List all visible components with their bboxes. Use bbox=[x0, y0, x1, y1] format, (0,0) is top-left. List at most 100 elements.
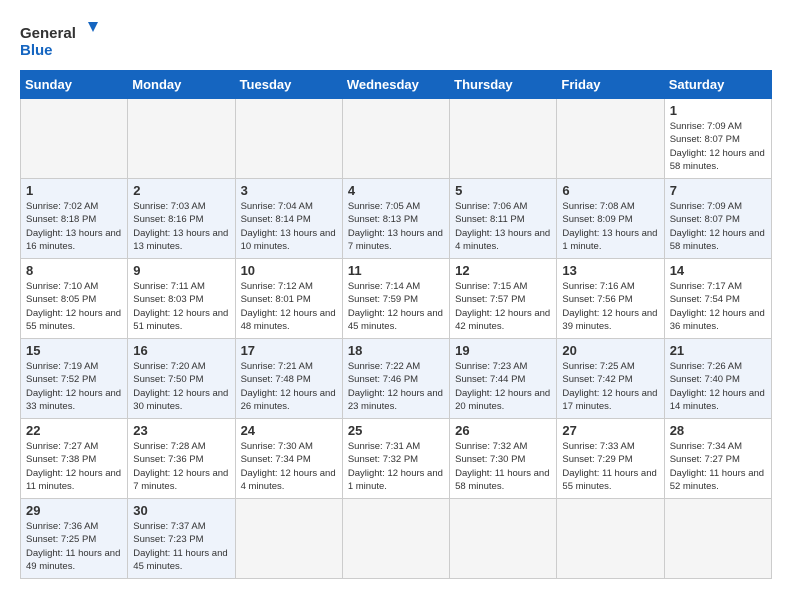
calendar-cell bbox=[450, 99, 557, 179]
page-header: General Blue bbox=[20, 20, 772, 60]
calendar-week-row: 1 Sunrise: 7:09 AMSunset: 8:07 PMDaylight… bbox=[21, 99, 772, 179]
calendar-cell bbox=[450, 499, 557, 579]
calendar-cell bbox=[235, 499, 342, 579]
calendar-cell bbox=[557, 99, 664, 179]
calendar-cell: 10Sunrise: 7:12 AMSunset: 8:01 PMDayligh… bbox=[235, 259, 342, 339]
calendar-cell bbox=[21, 99, 128, 179]
calendar-cell: 4 Sunrise: 7:05 AMSunset: 8:13 PMDaylight… bbox=[342, 179, 449, 259]
day-info: Sunrise: 7:03 AMSunset: 8:16 PMDaylight:… bbox=[133, 200, 229, 253]
day-number: 5 bbox=[455, 183, 551, 198]
day-info: Sunrise: 7:27 AMSunset: 7:38 PMDaylight:… bbox=[26, 440, 122, 493]
day-number: 19 bbox=[455, 343, 551, 358]
weekday-header-monday: Monday bbox=[128, 71, 235, 99]
day-number: 27 bbox=[562, 423, 658, 438]
day-number: 20 bbox=[562, 343, 658, 358]
day-number: 28 bbox=[670, 423, 766, 438]
day-info: Sunrise: 7:05 AMSunset: 8:13 PMDaylight:… bbox=[348, 200, 444, 253]
day-info: Sunrise: 7:22 AMSunset: 7:46 PMDaylight:… bbox=[348, 360, 444, 413]
day-info: Sunrise: 7:04 AMSunset: 8:14 PMDaylight:… bbox=[241, 200, 337, 253]
calendar-cell: 12 Sunrise: 7:15 AMSunset: 7:57 PMDayligh… bbox=[450, 259, 557, 339]
day-info: Sunrise: 7:12 AMSunset: 8:01 PMDaylight:… bbox=[241, 280, 337, 333]
day-number: 7 bbox=[670, 183, 766, 198]
day-info: Sunrise: 7:26 AMSunset: 7:40 PMDaylight:… bbox=[670, 360, 766, 413]
weekday-header-sunday: Sunday bbox=[21, 71, 128, 99]
day-info: Sunrise: 7:06 AMSunset: 8:11 PMDaylight:… bbox=[455, 200, 551, 253]
calendar-cell: 14Sunrise: 7:17 AMSunset: 7:54 PMDayligh… bbox=[664, 259, 771, 339]
calendar-week-row: 8 Sunrise: 7:10 AMSunset: 8:05 PMDaylight… bbox=[21, 259, 772, 339]
day-number: 1 bbox=[26, 183, 122, 198]
calendar-cell: 7Sunrise: 7:09 AMSunset: 8:07 PMDaylight… bbox=[664, 179, 771, 259]
day-info: Sunrise: 7:20 AMSunset: 7:50 PMDaylight:… bbox=[133, 360, 229, 413]
day-number: 4 bbox=[348, 183, 444, 198]
calendar-week-row: 22Sunrise: 7:27 AMSunset: 7:38 PMDayligh… bbox=[21, 419, 772, 499]
day-info: Sunrise: 7:16 AMSunset: 7:56 PMDaylight:… bbox=[562, 280, 658, 333]
day-info: Sunrise: 7:21 AMSunset: 7:48 PMDaylight:… bbox=[241, 360, 337, 413]
day-info: Sunrise: 7:30 AMSunset: 7:34 PMDaylight:… bbox=[241, 440, 337, 493]
day-number: 24 bbox=[241, 423, 337, 438]
calendar-week-row: 1 Sunrise: 7:02 AMSunset: 8:18 PMDaylight… bbox=[21, 179, 772, 259]
day-info: Sunrise: 7:37 AMSunset: 7:23 PMDaylight:… bbox=[133, 520, 229, 573]
calendar-cell bbox=[235, 99, 342, 179]
weekday-header-saturday: Saturday bbox=[664, 71, 771, 99]
calendar-body: 1 Sunrise: 7:09 AMSunset: 8:07 PMDaylight… bbox=[21, 99, 772, 579]
day-info: Sunrise: 7:10 AMSunset: 8:05 PMDaylight:… bbox=[26, 280, 122, 333]
calendar-cell: 27 Sunrise: 7:33 AMSunset: 7:29 PMDayligh… bbox=[557, 419, 664, 499]
logo-svg: General Blue bbox=[20, 20, 100, 60]
weekday-header-tuesday: Tuesday bbox=[235, 71, 342, 99]
day-number: 1 bbox=[670, 103, 766, 118]
calendar-cell: 24 Sunrise: 7:30 AMSunset: 7:34 PMDayligh… bbox=[235, 419, 342, 499]
calendar-week-row: 15Sunrise: 7:19 AMSunset: 7:52 PMDayligh… bbox=[21, 339, 772, 419]
calendar-cell: 8 Sunrise: 7:10 AMSunset: 8:05 PMDaylight… bbox=[21, 259, 128, 339]
calendar-cell: 1 Sunrise: 7:09 AMSunset: 8:07 PMDaylight… bbox=[664, 99, 771, 179]
day-number: 9 bbox=[133, 263, 229, 278]
day-number: 6 bbox=[562, 183, 658, 198]
calendar-cell: 21 Sunrise: 7:26 AMSunset: 7:40 PMDayligh… bbox=[664, 339, 771, 419]
calendar-cell: 25Sunrise: 7:31 AMSunset: 7:32 PMDayligh… bbox=[342, 419, 449, 499]
day-info: Sunrise: 7:15 AMSunset: 7:57 PMDaylight:… bbox=[455, 280, 551, 333]
calendar-cell: 30Sunrise: 7:37 AMSunset: 7:23 PMDayligh… bbox=[128, 499, 235, 579]
day-number: 3 bbox=[241, 183, 337, 198]
day-number: 17 bbox=[241, 343, 337, 358]
day-info: Sunrise: 7:34 AMSunset: 7:27 PMDaylight:… bbox=[670, 440, 766, 493]
weekday-row: SundayMondayTuesdayWednesdayThursdayFrid… bbox=[21, 71, 772, 99]
calendar-cell: 5 Sunrise: 7:06 AMSunset: 8:11 PMDaylight… bbox=[450, 179, 557, 259]
day-number: 21 bbox=[670, 343, 766, 358]
day-info: Sunrise: 7:25 AMSunset: 7:42 PMDaylight:… bbox=[562, 360, 658, 413]
day-number: 16 bbox=[133, 343, 229, 358]
calendar-cell: 22Sunrise: 7:27 AMSunset: 7:38 PMDayligh… bbox=[21, 419, 128, 499]
calendar-cell: 23 Sunrise: 7:28 AMSunset: 7:36 PMDayligh… bbox=[128, 419, 235, 499]
day-info: Sunrise: 7:02 AMSunset: 8:18 PMDaylight:… bbox=[26, 200, 122, 253]
calendar-cell: 16 Sunrise: 7:20 AMSunset: 7:50 PMDayligh… bbox=[128, 339, 235, 419]
day-number: 29 bbox=[26, 503, 122, 518]
day-info: Sunrise: 7:09 AMSunset: 8:07 PMDaylight:… bbox=[670, 120, 766, 173]
day-number: 12 bbox=[455, 263, 551, 278]
calendar-cell: 1 Sunrise: 7:02 AMSunset: 8:18 PMDaylight… bbox=[21, 179, 128, 259]
calendar-table: SundayMondayTuesdayWednesdayThursdayFrid… bbox=[20, 70, 772, 579]
svg-text:General: General bbox=[20, 25, 76, 42]
day-number: 11 bbox=[348, 263, 444, 278]
day-number: 8 bbox=[26, 263, 122, 278]
day-number: 23 bbox=[133, 423, 229, 438]
day-info: Sunrise: 7:32 AMSunset: 7:30 PMDaylight:… bbox=[455, 440, 551, 493]
svg-text:Blue: Blue bbox=[20, 42, 53, 59]
calendar-cell: 28 Sunrise: 7:34 AMSunset: 7:27 PMDayligh… bbox=[664, 419, 771, 499]
day-number: 25 bbox=[348, 423, 444, 438]
day-number: 15 bbox=[26, 343, 122, 358]
calendar-cell bbox=[342, 499, 449, 579]
calendar-cell: 3 Sunrise: 7:04 AMSunset: 8:14 PMDaylight… bbox=[235, 179, 342, 259]
day-info: Sunrise: 7:28 AMSunset: 7:36 PMDaylight:… bbox=[133, 440, 229, 493]
calendar-cell: 9Sunrise: 7:11 AMSunset: 8:03 PMDaylight… bbox=[128, 259, 235, 339]
calendar-cell bbox=[342, 99, 449, 179]
day-info: Sunrise: 7:14 AMSunset: 7:59 PMDaylight:… bbox=[348, 280, 444, 333]
calendar-cell: 17 Sunrise: 7:21 AMSunset: 7:48 PMDayligh… bbox=[235, 339, 342, 419]
calendar-header: SundayMondayTuesdayWednesdayThursdayFrid… bbox=[21, 71, 772, 99]
calendar-cell: 15Sunrise: 7:19 AMSunset: 7:52 PMDayligh… bbox=[21, 339, 128, 419]
day-number: 2 bbox=[133, 183, 229, 198]
calendar-cell bbox=[664, 499, 771, 579]
day-info: Sunrise: 7:08 AMSunset: 8:09 PMDaylight:… bbox=[562, 200, 658, 253]
day-info: Sunrise: 7:33 AMSunset: 7:29 PMDaylight:… bbox=[562, 440, 658, 493]
calendar-cell: 6 Sunrise: 7:08 AMSunset: 8:09 PMDaylight… bbox=[557, 179, 664, 259]
day-number: 13 bbox=[562, 263, 658, 278]
day-info: Sunrise: 7:36 AMSunset: 7:25 PMDaylight:… bbox=[26, 520, 122, 573]
day-number: 26 bbox=[455, 423, 551, 438]
